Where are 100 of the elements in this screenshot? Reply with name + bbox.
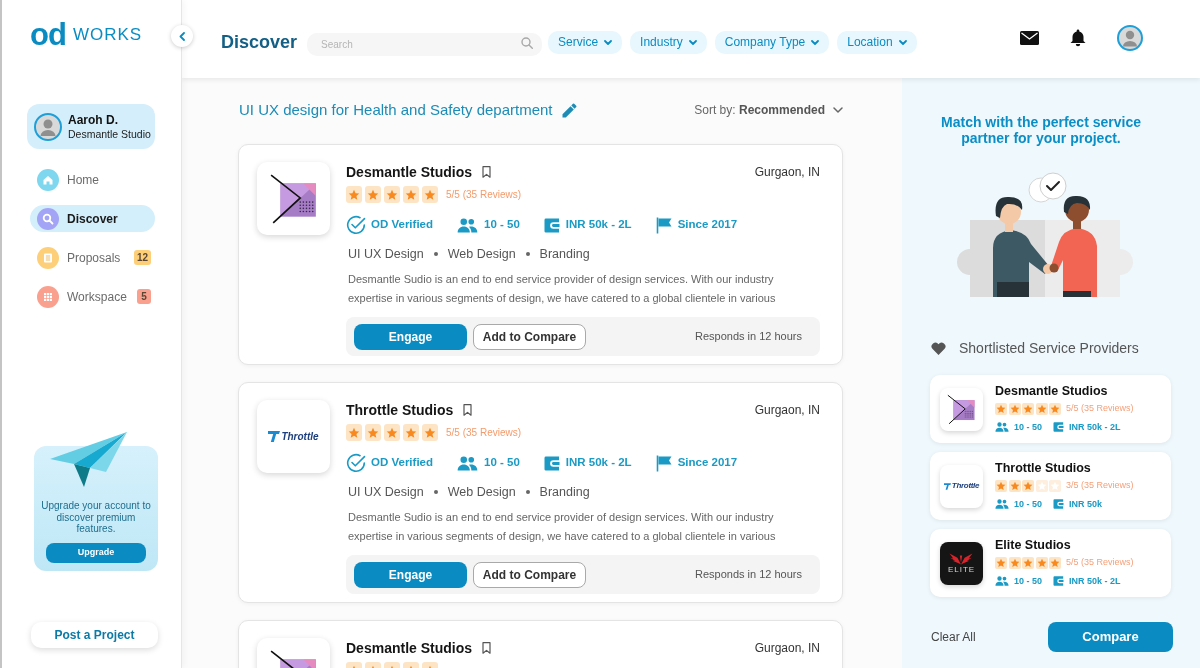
shortlist-card[interactable]: Throttle Throttle Studios 3/5 (35 Reviews) 10 - 50 INR 50k xyxy=(930,452,1171,520)
bookmark-icon[interactable] xyxy=(482,642,492,654)
company-name: Throttle Studios xyxy=(995,461,1092,476)
star-icon xyxy=(1022,556,1034,569)
logo-wordmark: Throttle xyxy=(951,482,980,490)
compare-button[interactable]: Compare xyxy=(1048,622,1173,652)
filter-dropdown[interactable]: Service xyxy=(548,30,623,54)
section-title: Shortlisted Service Providers xyxy=(959,338,1139,358)
verified-text: OD Verified xyxy=(371,217,433,233)
upgrade-button[interactable]: Upgrade xyxy=(46,543,146,563)
star-icon xyxy=(995,402,1007,415)
profile-card[interactable]: Aaroh D. Desmantle Studio xyxy=(27,104,155,149)
budget-text: INR 50k - 2L xyxy=(1069,574,1121,588)
nav-item[interactable]: Workspace 5 xyxy=(30,283,155,310)
shortlist-card[interactable]: Desmantle Studios 5/5 (35 Reviews) 10 - 50 INR 50k - 2L xyxy=(930,375,1171,443)
nav-item[interactable]: Proposals 12 xyxy=(30,244,155,271)
nav-item[interactable]: Home xyxy=(30,166,155,193)
company-name: Desmantle Studios xyxy=(346,162,473,182)
service-tag: Branding xyxy=(539,244,590,264)
response-time-text: Responds in 12 hours xyxy=(695,567,802,583)
wallet-icon xyxy=(1053,422,1065,433)
service-tag: Branding xyxy=(539,482,590,502)
company-name: Desmantle Studios xyxy=(995,384,1109,399)
profile-avatar[interactable] xyxy=(1117,25,1143,51)
heart-icon xyxy=(931,341,946,355)
star-icon xyxy=(346,424,362,441)
company-name: Throttle Studios xyxy=(346,400,454,420)
mail-icon[interactable] xyxy=(1020,31,1039,45)
rating-text: 5/5 (35 Reviews) xyxy=(446,426,522,440)
star-icon xyxy=(1022,402,1034,415)
count-badge: 5 xyxy=(137,289,151,304)
chevron-down-icon xyxy=(811,39,820,45)
t-emblem-icon xyxy=(943,482,951,490)
response-time-text: Responds in 12 hours xyxy=(695,329,802,345)
people-icon xyxy=(457,455,478,471)
star-icon xyxy=(1022,479,1034,492)
people-icon xyxy=(995,499,1009,510)
company-name: Elite Studios xyxy=(995,538,1072,553)
logo-wordmark: WORKS xyxy=(72,25,143,43)
team-size-text: 10 - 50 xyxy=(1014,497,1043,511)
clear-all-button[interactable]: Clear All xyxy=(931,628,976,646)
star-icon xyxy=(1035,479,1048,492)
people-icon xyxy=(457,217,478,233)
star-icon xyxy=(1035,556,1048,569)
chevron-down-icon xyxy=(833,107,843,113)
founded-text: Since 2017 xyxy=(677,217,738,233)
logo-mark: od xyxy=(30,18,66,50)
engage-button[interactable]: Engage xyxy=(354,561,467,588)
star-icon xyxy=(422,186,438,203)
logo-wordmark: ELITE xyxy=(947,565,976,574)
collapse-button[interactable] xyxy=(171,25,193,47)
location-text: Gurgaon, IN xyxy=(754,640,820,657)
notification-bell-icon[interactable] xyxy=(1070,29,1086,47)
company-description: Desmantle Sudio is an end to end service provider of design services. With our industry expertise in various segments of design, we have catered to a global clientele in various xyxy=(347,510,777,544)
budget-text: INR 50k - 2L xyxy=(565,217,632,233)
filter-dropdown[interactable]: Company Type xyxy=(714,30,830,54)
bookmark-icon[interactable] xyxy=(482,166,492,178)
search-field[interactable]: Search xyxy=(307,32,543,56)
check-circle-icon xyxy=(346,453,366,473)
service-tag: Web Design xyxy=(447,482,516,502)
star-icon xyxy=(403,424,419,441)
add-to-compare-button[interactable]: Add to Compare xyxy=(473,561,586,588)
chevron-left-icon xyxy=(179,31,185,41)
star-icon xyxy=(403,186,419,203)
budget-text: INR 50k xyxy=(1069,497,1103,511)
search-icon xyxy=(521,36,534,49)
bookmark-icon[interactable] xyxy=(463,404,473,416)
company-name: Desmantle Studios xyxy=(346,638,473,658)
star-icon xyxy=(365,186,381,203)
service-tag: UI UX Design xyxy=(348,244,424,264)
edit-icon[interactable] xyxy=(561,102,577,118)
user-name: Aaroh D. xyxy=(68,112,119,128)
filter-dropdown[interactable]: Industry xyxy=(630,30,707,54)
people-icon xyxy=(995,576,1009,587)
logo-wordmark: Throttle xyxy=(281,431,319,442)
star-icon xyxy=(1008,479,1021,492)
shortlist-card[interactable]: ELITE Elite Studios 5/5 (35 Reviews) 10 - 50 INR 50k - 2L xyxy=(930,529,1171,597)
filter-dropdown[interactable]: Location xyxy=(837,30,917,54)
post-project-button[interactable]: Post a Project xyxy=(31,622,158,648)
location-text: Gurgaon, IN xyxy=(754,164,820,181)
rating-text: 3/5 (35 Reviews) xyxy=(1066,479,1134,492)
star-icon xyxy=(384,186,400,203)
star-icon xyxy=(1049,479,1061,492)
company-description: Desmantle Sudio is an end to end service provider of design services. With our industry expertise in various segments of design, we have catered to a global clientele in various xyxy=(347,272,777,306)
star-icon xyxy=(1008,402,1021,415)
engage-button[interactable]: Engage xyxy=(354,323,467,350)
add-to-compare-button[interactable]: Add to Compare xyxy=(473,323,586,350)
star-icon xyxy=(1049,402,1061,415)
nav-item[interactable]: Discover xyxy=(30,205,155,232)
sort-dropdown[interactable]: Sort by: Recommended xyxy=(694,101,843,119)
star-icon xyxy=(995,556,1007,569)
star-icon xyxy=(422,424,438,441)
people-icon xyxy=(995,422,1009,433)
chevron-down-icon xyxy=(604,39,613,45)
team-size-text: 10 - 50 xyxy=(484,217,520,233)
panel-headline: Match with the perfect service partner for your project. xyxy=(940,114,1142,146)
verified-text: OD Verified xyxy=(371,455,433,471)
rating-text: 5/5 (35 Reviews) xyxy=(446,188,522,202)
chevron-down-icon xyxy=(688,39,697,45)
rating-text: 5/5 (35 Reviews) xyxy=(1066,556,1134,569)
